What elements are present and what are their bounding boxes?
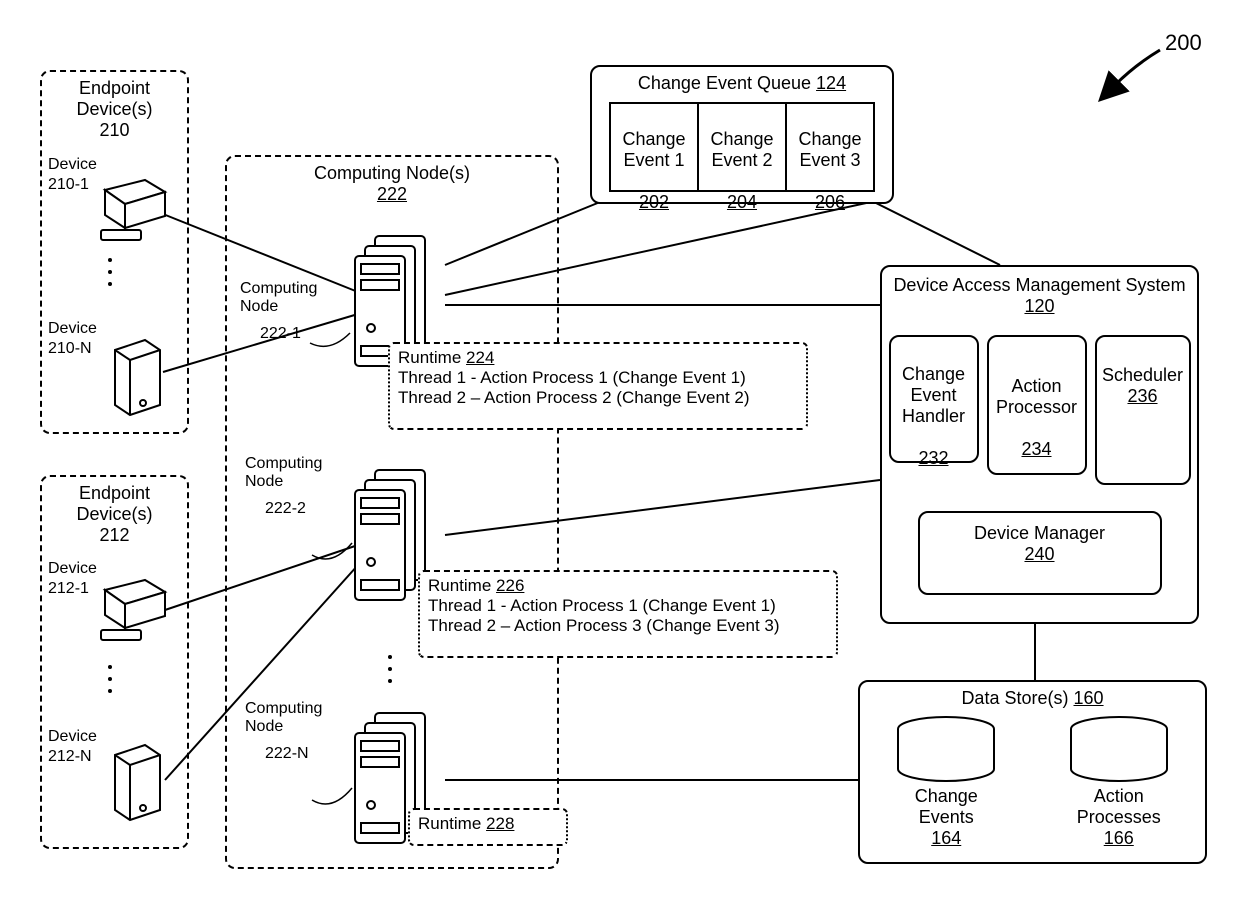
node-222-2-label: Computing Node [245, 455, 322, 491]
runtime-226-ref: 226 [496, 576, 524, 595]
ceh-ref: 232 [918, 448, 948, 468]
ceh-label: Change Event Handler [902, 364, 965, 426]
device-manager: Device Manager 240 [918, 511, 1162, 595]
node-222-1-ref: 222-1 [260, 325, 301, 343]
change-event-handler: Change Event Handler 232 [889, 335, 979, 463]
computing-nodes-title: Computing Node(s) [227, 163, 557, 184]
endpoint-210-title: Endpoint Device(s) [42, 78, 187, 120]
dams-ref: 120 [882, 296, 1197, 317]
queue-event-2-label: Change Event 2 [710, 129, 773, 170]
runtime-226: Runtime 226 Thread 1 - Action Process 1 … [418, 570, 838, 658]
data-store-title: Data Store(s) [961, 688, 1068, 708]
pc-icon [95, 570, 175, 650]
device-210-1-label: Device [48, 156, 97, 174]
queue-event-1-label: Change Event 1 [622, 129, 685, 170]
computing-nodes-ref: 222 [227, 184, 557, 205]
diagram-stage: 200 Endpoint Device(s) 210 Device 210-1 … [0, 0, 1240, 903]
device-manager-ref: 240 [1024, 544, 1054, 564]
queue-event-3-label: Change Event 3 [798, 129, 861, 170]
action-processor: Action Processor 234 [987, 335, 1087, 475]
ap-ref: 234 [1021, 439, 1051, 459]
queue-event-1-ref: 202 [639, 192, 669, 212]
sched-ref: 236 [1127, 386, 1157, 406]
scheduler: Scheduler 236 [1095, 335, 1191, 485]
queue-ref: 124 [816, 73, 846, 93]
device-manager-label: Device Manager [974, 523, 1105, 543]
device-212-1-label: Device [48, 560, 97, 578]
runtime-224-ref: 224 [466, 348, 494, 367]
device-210-n-ref: 210-N [48, 340, 92, 358]
ap-label: Action Processor [996, 376, 1077, 417]
endpoint-212-ref: 212 [42, 525, 187, 546]
store-ce-label: Change Events [886, 786, 1006, 828]
queue-event-3-ref: 206 [815, 192, 845, 212]
device-210-1-ref: 210-1 [48, 176, 89, 194]
data-store-ref: 160 [1074, 688, 1104, 708]
vdots-icon [388, 655, 392, 683]
store-change-events: Change Events 164 [886, 715, 1006, 849]
runtime-228-ref: 228 [486, 814, 514, 833]
queue-event-2-ref: 204 [727, 192, 757, 212]
dams: Device Access Management System 120 Chan… [880, 265, 1199, 624]
node-222-1-label: Computing Node [240, 280, 317, 316]
queue-event-1: Change Event 1 202 [609, 102, 699, 192]
node-222-n-ref: 222-N [265, 745, 309, 763]
change-event-queue: Change Event Queue 124 Change Event 1 20… [590, 65, 894, 204]
queue-event-2: Change Event 2 204 [699, 102, 787, 192]
endpoint-212-title: Endpoint Device(s) [42, 483, 187, 525]
phone-icon [105, 335, 175, 425]
dams-title: Device Access Management System [882, 275, 1197, 296]
queue-title: Change Event Queue [638, 73, 811, 93]
runtime-228-title: Runtime [418, 814, 481, 833]
store-ap-ref: 166 [1059, 828, 1179, 849]
store-ce-ref: 164 [886, 828, 1006, 849]
device-212-n-ref: 212-N [48, 748, 92, 766]
queue-event-3: Change Event 3 206 [787, 102, 875, 192]
runtime-228: Runtime 228 [408, 808, 568, 846]
vdots-icon [108, 258, 112, 286]
runtime-226-title: Runtime [428, 576, 491, 595]
device-212-1-ref: 212-1 [48, 580, 89, 598]
cylinder-icon [1059, 715, 1179, 785]
node-222-n-label: Computing Node [245, 700, 322, 736]
runtime-224-thread-2: Thread 2 – Action Process 2 (Change Even… [398, 388, 750, 407]
runtime-224: Runtime 224 Thread 1 - Action Process 1 … [388, 342, 808, 430]
node-222-2-ref: 222-2 [265, 500, 306, 518]
data-store: Data Store(s) 160 Change Events 164 Acti… [858, 680, 1207, 864]
runtime-224-title: Runtime [398, 348, 461, 367]
figure-ref: 200 [1165, 30, 1202, 56]
sched-label: Scheduler [1102, 365, 1183, 385]
phone-icon [105, 740, 175, 830]
vdots-icon [108, 665, 112, 693]
pc-icon [95, 170, 175, 250]
store-ap-label: Action Processes [1059, 786, 1179, 828]
runtime-224-thread-1: Thread 1 - Action Process 1 (Change Even… [398, 368, 746, 387]
endpoint-210-ref: 210 [42, 120, 187, 141]
runtime-226-thread-1: Thread 1 - Action Process 1 (Change Even… [428, 596, 776, 615]
runtime-226-thread-2: Thread 2 – Action Process 3 (Change Even… [428, 616, 780, 635]
cylinder-icon [886, 715, 1006, 785]
store-action-processes: Action Processes 166 [1059, 715, 1179, 849]
device-210-n-label: Device [48, 320, 97, 338]
device-212-n-label: Device [48, 728, 97, 746]
